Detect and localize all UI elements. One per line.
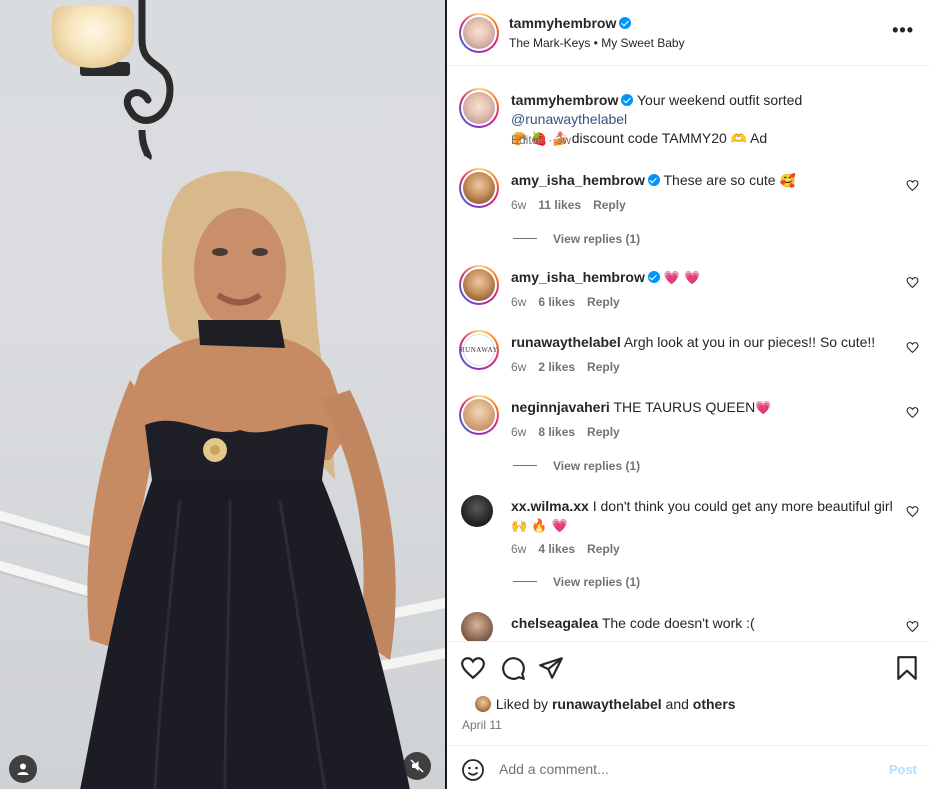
likers-others[interactable]: others (693, 696, 736, 712)
verified-badge-icon (619, 17, 632, 29)
comment-input[interactable] (499, 758, 869, 780)
comments-list[interactable]: tammyhembrow Your weekend outfit sorted … (447, 67, 930, 641)
like-comment-heart-icon[interactable] (906, 179, 919, 192)
commenter-username[interactable]: amy_isha_hembrow (511, 172, 645, 188)
like-heart-icon[interactable] (460, 655, 486, 681)
commenter-username[interactable]: runawaythelabel (511, 334, 621, 350)
post-header: tammyhembrow The Mark-Keys • My Sweet Ba… (447, 0, 930, 66)
share-paper-plane-icon[interactable] (538, 655, 564, 681)
caption-text: Your weekend outfit sorted (637, 92, 803, 108)
tagged-users-button[interactable] (9, 755, 37, 783)
commenter-avatar[interactable] (461, 495, 493, 527)
emoji-picker-icon[interactable] (461, 758, 485, 782)
reply-button[interactable]: Reply (587, 542, 620, 556)
view-replies-button[interactable]: View replies (1) (513, 575, 640, 589)
post-side-panel: tammyhembrow The Mark-Keys • My Sweet Ba… (447, 0, 930, 789)
author-username[interactable]: tammyhembrow (509, 15, 632, 31)
commenter-username[interactable]: amy_isha_hembrow (511, 269, 645, 285)
reply-button[interactable]: Reply (587, 360, 620, 374)
comment-item: neginnjavaheri THE TAURUS QUEEN💗 6w 8 lik… (447, 395, 930, 485)
caption-mention[interactable]: @runawaythelabel (511, 111, 627, 127)
like-comment-heart-icon[interactable] (906, 505, 919, 518)
comment-likes[interactable]: 8 likes (538, 425, 575, 439)
wall-lamp-shade (52, 6, 134, 68)
post-actions: Liked by runawaythelabel and others Apri… (447, 641, 930, 745)
liker-username[interactable]: runawaythelabel (552, 696, 662, 712)
comment-likes[interactable]: 6 likes (538, 295, 575, 309)
comment-bubble-icon[interactable] (500, 655, 526, 681)
commenter-username[interactable]: xx.wilma.xx (511, 498, 589, 514)
post-date[interactable]: April 11 (462, 718, 502, 732)
comment-likes[interactable]: 2 likes (538, 360, 575, 374)
mute-button[interactable] (403, 752, 431, 780)
comment-text: THE TAURUS QUEEN (613, 399, 756, 415)
add-comment-bar: Post (447, 745, 930, 789)
comment-likes[interactable]: 11 likes (538, 198, 581, 212)
comment-text: These are so cute (663, 172, 780, 188)
comment-item: chelseagalea The code doesn't work :( (447, 612, 930, 641)
like-comment-heart-icon[interactable] (906, 341, 919, 354)
commenter-username[interactable]: neginnjavaheri (511, 399, 610, 415)
post-media[interactable] (0, 0, 445, 789)
like-comment-heart-icon[interactable] (906, 620, 919, 633)
verified-badge-icon (621, 94, 634, 106)
reply-button[interactable]: Reply (587, 295, 620, 309)
caption: tammyhembrow Your weekend outfit sorted … (447, 88, 930, 152)
like-comment-heart-icon[interactable] (906, 276, 919, 289)
comment-likes[interactable]: 4 likes (538, 542, 575, 556)
save-bookmark-icon[interactable] (894, 655, 920, 681)
view-replies-button[interactable]: View replies (1) (513, 232, 640, 246)
comment-item: RUNAWAY runawaythelabel Argh look at you… (447, 330, 930, 390)
commenter-avatar[interactable] (461, 612, 493, 641)
audio-track[interactable]: The Mark-Keys • My Sweet Baby (509, 36, 685, 50)
verified-badge-icon (647, 271, 660, 283)
comment-item: amy_isha_hembrow These are so cute 🥰 6w 1… (447, 168, 930, 258)
caption-meta: Edited · 3w (511, 133, 572, 147)
post-comment-button[interactable]: Post (889, 762, 917, 777)
reply-button[interactable]: Reply (587, 425, 620, 439)
comment-text: Argh look at you in our pieces!! So cute… (623, 334, 876, 350)
more-options-button[interactable]: ••• (892, 20, 914, 41)
caption-username[interactable]: tammyhembrow (511, 92, 618, 108)
verified-badge-icon (647, 174, 660, 186)
user-icon (17, 763, 29, 775)
commenter-avatar[interactable] (459, 395, 499, 435)
model-figure (80, 171, 410, 789)
commenter-avatar[interactable] (459, 265, 499, 305)
commenter-avatar[interactable] (459, 168, 499, 208)
comment-item: amy_isha_hembrow 💗 💗 6w 6 likes Reply (447, 265, 930, 325)
commenter-username[interactable]: chelseagalea (511, 615, 598, 631)
commenter-avatar[interactable]: RUNAWAY (459, 330, 499, 370)
reply-button[interactable]: Reply (593, 198, 626, 212)
author-avatar[interactable] (459, 13, 499, 53)
caption-avatar[interactable] (459, 88, 499, 128)
muted-speaker-icon (410, 759, 424, 773)
liker-avatar (474, 695, 492, 713)
liked-by[interactable]: Liked by runawaythelabel and others (462, 695, 736, 713)
like-comment-heart-icon[interactable] (906, 406, 919, 419)
comment-text: The code doesn't work :( (601, 615, 755, 631)
comment-item: xx.wilma.xx I don't think you could get … (447, 495, 930, 595)
comment-text: I don't think you could get any more bea… (592, 498, 893, 514)
view-replies-button[interactable]: View replies (1) (513, 459, 640, 473)
